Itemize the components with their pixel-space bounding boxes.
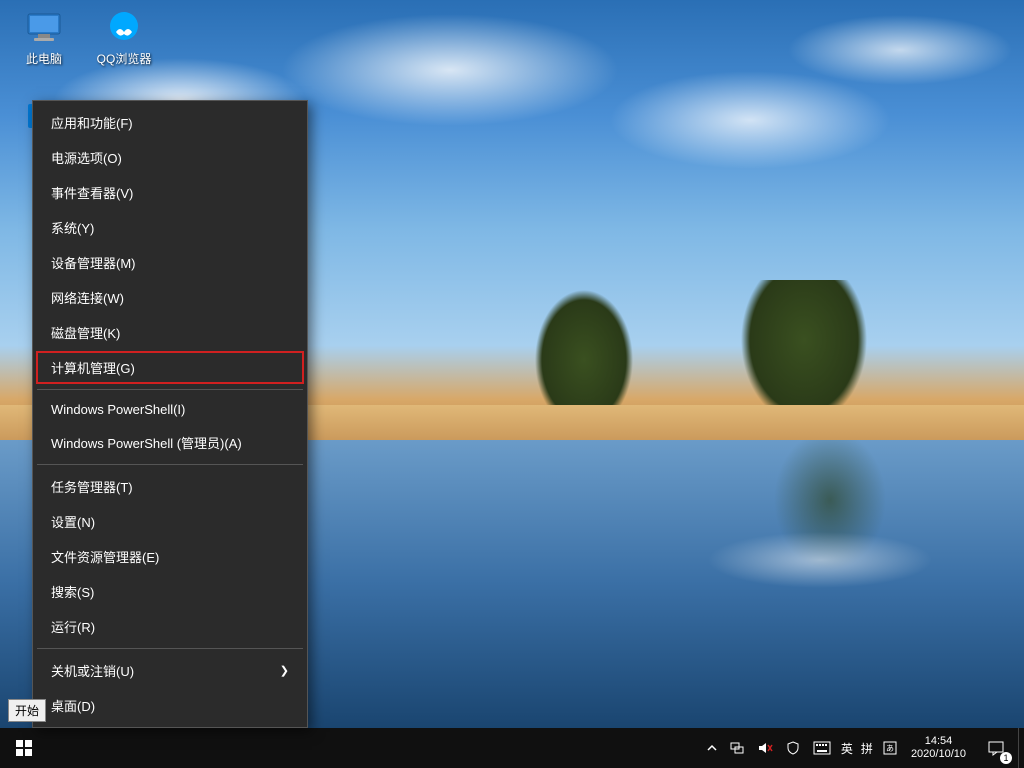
notification-badge: 1 — [1000, 752, 1012, 764]
tray-clock[interactable]: 14:54 2020/10/10 — [903, 735, 974, 761]
menu-item-disk-management[interactable]: 磁盘管理(K) — [35, 315, 305, 350]
menu-item-power-options[interactable]: 电源选项(O) — [35, 140, 305, 175]
tray-ime-lang[interactable]: 英 — [837, 728, 857, 768]
menu-item-settings[interactable]: 设置(N) — [35, 504, 305, 539]
action-center-button[interactable]: 1 — [974, 728, 1018, 768]
menu-item-system[interactable]: 系统(Y) — [35, 210, 305, 245]
desktop-icon-label: 此电脑 — [26, 50, 62, 67]
start-button[interactable] — [0, 728, 48, 768]
desktop[interactable]: 此电脑 QQ浏览器 — [0, 0, 1024, 768]
tray-volume-icon[interactable] — [751, 728, 779, 768]
ime-settings-icon: あ — [883, 741, 897, 755]
qq-browser-icon — [104, 8, 144, 48]
chevron-right-icon: ❯ — [280, 664, 289, 677]
menu-separator — [37, 389, 303, 390]
menu-item-powershell-admin[interactable]: Windows PowerShell (管理员)(A) — [35, 425, 305, 460]
menu-item-device-manager[interactable]: 设备管理器(M) — [35, 245, 305, 280]
menu-item-search[interactable]: 搜索(S) — [35, 574, 305, 609]
desktop-icon-this-pc[interactable]: 此电脑 — [8, 8, 80, 80]
menu-item-network-connections[interactable]: 网络连接(W) — [35, 280, 305, 315]
taskbar: 英 拼 あ 14:54 2020/10/10 1 — [0, 728, 1024, 768]
volume-muted-icon — [757, 740, 773, 756]
chevron-up-icon — [707, 743, 717, 753]
tray-date: 2020/10/10 — [911, 748, 966, 761]
menu-item-run[interactable]: 运行(R) — [35, 609, 305, 644]
tray-overflow-button[interactable] — [701, 728, 723, 768]
show-desktop-button[interactable] — [1018, 728, 1024, 768]
menu-separator — [37, 648, 303, 649]
start-tooltip: 开始 — [8, 699, 46, 722]
monitor-icon — [24, 8, 64, 48]
menu-separator — [37, 464, 303, 465]
tray-ime-mode[interactable]: 拼 — [857, 728, 877, 768]
network-icon — [729, 740, 745, 756]
menu-item-event-viewer[interactable]: 事件查看器(V) — [35, 175, 305, 210]
menu-item-desktop[interactable]: 桌面(D) — [35, 688, 305, 723]
windows-logo-icon — [16, 740, 32, 756]
menu-item-computer-management[interactable]: 计算机管理(G) — [35, 350, 305, 385]
system-tray: 英 拼 あ 14:54 2020/10/10 1 — [701, 728, 1024, 768]
menu-item-task-manager[interactable]: 任务管理器(T) — [35, 469, 305, 504]
tray-network-icon[interactable] — [723, 728, 751, 768]
menu-item-file-explorer[interactable]: 文件资源管理器(E) — [35, 539, 305, 574]
tray-security-icon[interactable] — [779, 728, 807, 768]
desktop-icons: 此电脑 QQ浏览器 — [8, 8, 160, 80]
desktop-icon-qq-browser[interactable]: QQ浏览器 — [88, 8, 160, 80]
tray-time: 14:54 — [911, 735, 966, 748]
menu-item-apps-features[interactable]: 应用和功能(F) — [35, 105, 305, 140]
menu-item-shutdown-signout[interactable]: 关机或注销(U) ❯ — [35, 653, 305, 688]
taskbar-left — [0, 728, 48, 768]
desktop-icon-label: QQ浏览器 — [97, 50, 152, 67]
keyboard-icon — [813, 741, 831, 755]
winx-context-menu: 应用和功能(F) 电源选项(O) 事件查看器(V) 系统(Y) 设备管理器(M)… — [32, 100, 308, 728]
menu-item-powershell[interactable]: Windows PowerShell(I) — [35, 394, 305, 425]
tray-ime-keyboard-icon[interactable] — [807, 728, 837, 768]
svg-text:あ: あ — [886, 744, 894, 753]
shield-icon — [785, 740, 801, 756]
tray-ime-settings-icon[interactable]: あ — [877, 728, 903, 768]
